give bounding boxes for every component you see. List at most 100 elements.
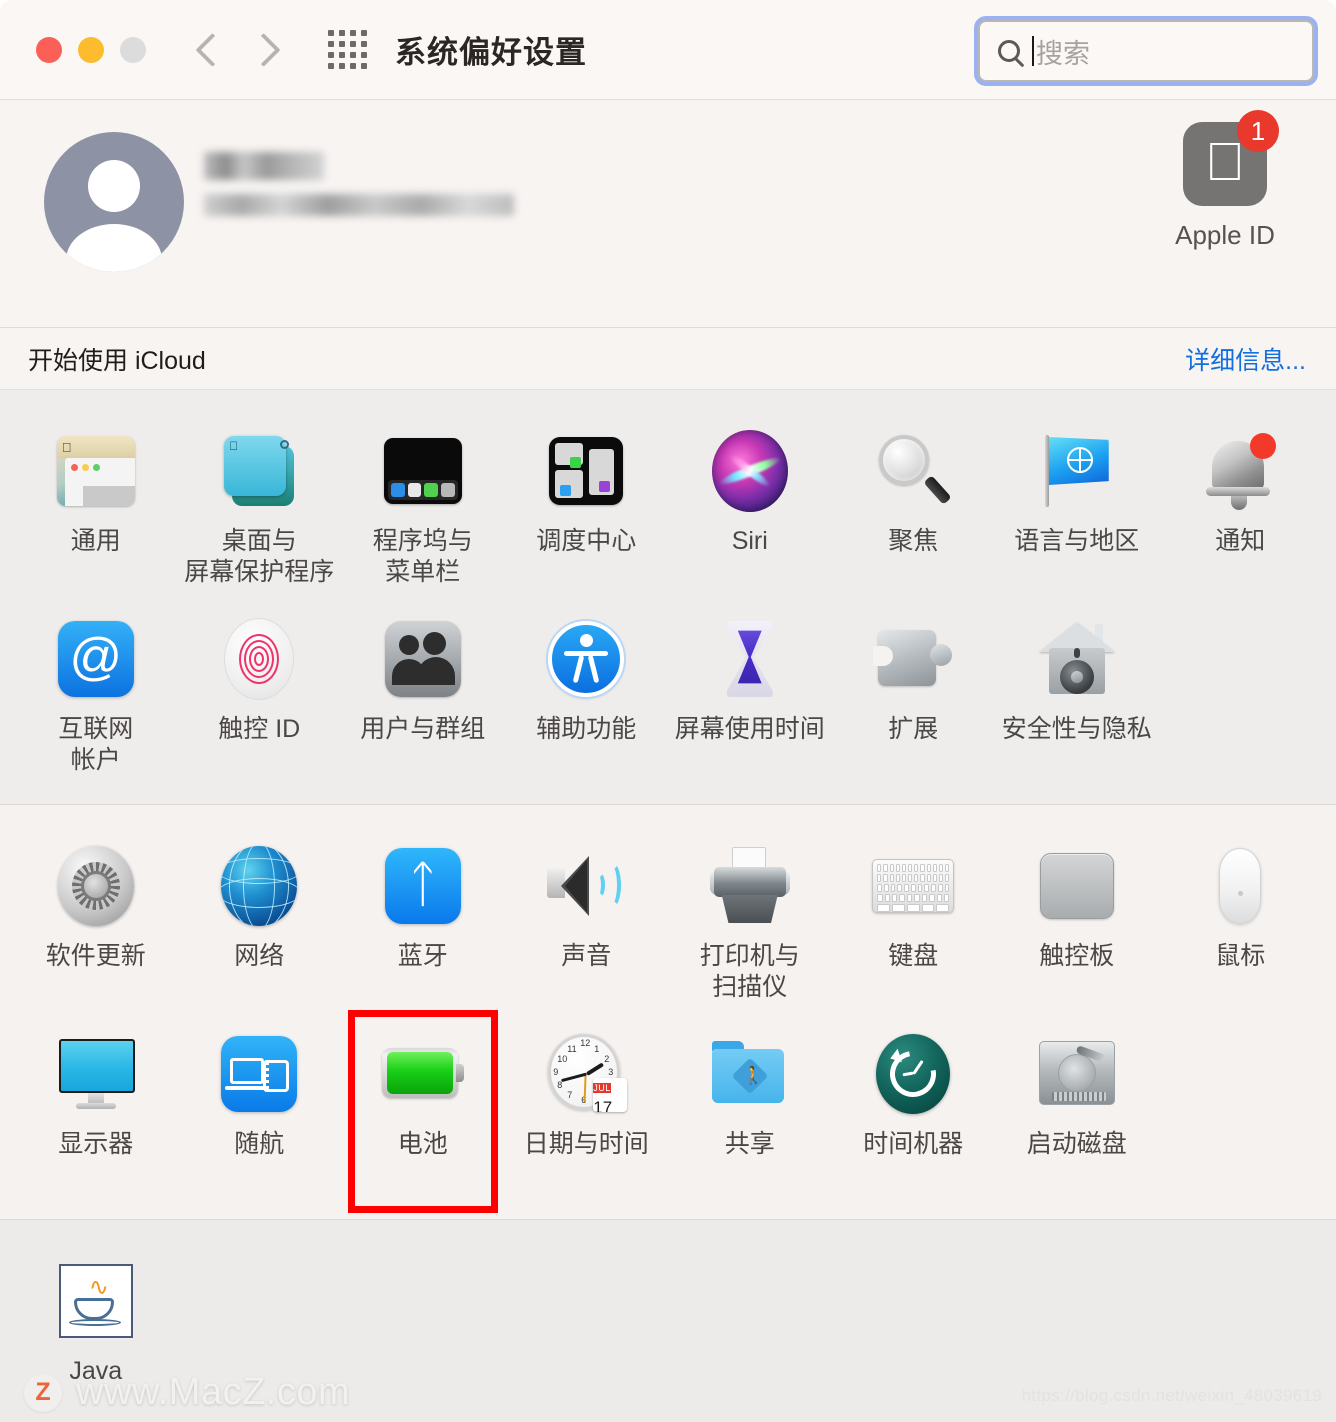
show-all-grid-icon[interactable] bbox=[328, 30, 367, 69]
pref-item-label: 电池 bbox=[397, 1130, 448, 1158]
avatar[interactable] bbox=[44, 132, 184, 272]
extensions-icon bbox=[872, 618, 954, 700]
grid-dot bbox=[339, 63, 345, 69]
language-region-icon bbox=[1036, 430, 1118, 512]
general-icon:  bbox=[55, 430, 137, 512]
pref-item-bluetooth[interactable]: ᛏ 蓝牙 bbox=[341, 831, 505, 1009]
keyboard-icon bbox=[872, 845, 955, 927]
pref-item-label: 蓝牙 bbox=[397, 942, 448, 970]
icloud-row: 开始使用 iCloud 详细信息... bbox=[0, 327, 1336, 389]
grid-dot bbox=[361, 30, 367, 36]
siri-icon bbox=[709, 430, 791, 512]
mouse-icon bbox=[1199, 845, 1281, 927]
sidecar-icon bbox=[218, 1033, 300, 1115]
calendar-month: JUL bbox=[593, 1083, 611, 1093]
startup-disk-icon bbox=[1036, 1033, 1118, 1115]
accessibility-icon bbox=[545, 618, 627, 700]
pref-item-language-region[interactable]: 语言与地区 bbox=[995, 416, 1159, 594]
pref-item-displays[interactable]: 显示器 bbox=[14, 1019, 178, 1197]
internet-accounts-icon: @ bbox=[55, 618, 137, 700]
pref-item-label: 鼠标 bbox=[1215, 942, 1266, 970]
pref-item-keyboard[interactable]: 键盘 bbox=[832, 831, 996, 1009]
pref-item-mouse[interactable]: 鼠标 bbox=[1159, 831, 1323, 1009]
pref-item-general[interactable]:  通用 bbox=[14, 416, 178, 594]
sound-icon bbox=[545, 845, 627, 927]
pref-item-software-update[interactable]: 软件更新 bbox=[14, 831, 178, 1009]
apple-id-label: Apple ID bbox=[1175, 220, 1275, 250]
search-icon bbox=[998, 40, 1020, 62]
close-button[interactable] bbox=[36, 36, 62, 63]
printers-scanners-icon bbox=[709, 845, 791, 927]
icloud-details-link[interactable]: 详细信息... bbox=[1185, 341, 1306, 377]
avatar-head bbox=[88, 160, 140, 212]
pref-item-label: 网络 bbox=[234, 942, 285, 970]
search-field[interactable]: 搜索 bbox=[978, 20, 1314, 82]
spotlight-icon bbox=[872, 430, 954, 512]
pref-item-dock-menubar[interactable]: 程序坞与 菜单栏 bbox=[341, 416, 505, 594]
bluetooth-icon: ᛏ bbox=[382, 845, 464, 927]
icloud-text: 开始使用 iCloud bbox=[28, 346, 206, 375]
touch-id-icon bbox=[218, 618, 300, 700]
pref-item-label: 时间机器 bbox=[863, 1130, 964, 1158]
preferences-grid-personal:  通用  桌面与 屏幕保护程序 程序坞与 菜单栏 调 bbox=[0, 416, 1336, 782]
pref-item-security-privacy[interactable]: 安全性与隐私 bbox=[995, 604, 1159, 782]
grid-dot bbox=[361, 52, 367, 58]
minimize-button[interactable] bbox=[78, 36, 104, 63]
notification-badge-dot bbox=[1250, 433, 1277, 459]
pref-item-label: 互联网 帐户 bbox=[58, 715, 134, 774]
pref-item-siri[interactable]: Siri bbox=[668, 416, 832, 594]
watermark-text: www.MacZ.com bbox=[76, 1371, 351, 1413]
pref-item-screen-time[interactable]: 屏幕使用时间 bbox=[668, 604, 832, 782]
apple-logo-icon:  bbox=[1205, 135, 1246, 189]
grid-dot bbox=[350, 41, 356, 47]
apple-id-item[interactable]:  1 Apple ID bbox=[1150, 110, 1300, 251]
macz-logo-icon: Z bbox=[24, 1373, 62, 1412]
window-title: 系统偏好设置 bbox=[395, 35, 587, 70]
grid-dot bbox=[350, 52, 356, 58]
security-privacy-icon bbox=[1036, 618, 1118, 700]
date-time-icon: 12 11 10 9 8 7 6 5 4 3 2 1 J bbox=[545, 1033, 628, 1115]
pref-item-sharing[interactable]: 🚶 共享 bbox=[668, 1019, 832, 1197]
pref-item-label: 屏幕使用时间 bbox=[674, 715, 825, 743]
grid-dot bbox=[328, 30, 334, 36]
pref-item-touch-id[interactable]: 触控 ID bbox=[178, 604, 342, 782]
pref-item-label: Siri bbox=[731, 527, 768, 555]
pref-item-mission-control[interactable]: 调度中心 bbox=[505, 416, 669, 594]
pref-item-notifications[interactable]: 通知 bbox=[1159, 416, 1323, 594]
avatar-body bbox=[66, 224, 162, 272]
pref-item-accessibility[interactable]: 辅助功能 bbox=[505, 604, 669, 782]
apple-id-icon[interactable]:  1 bbox=[1183, 110, 1279, 206]
account-identity[interactable] bbox=[44, 132, 514, 272]
back-icon[interactable] bbox=[196, 28, 224, 72]
pref-item-label: 打印机与 扫描仪 bbox=[699, 942, 800, 1001]
pref-item-sound[interactable]: 声音 bbox=[505, 831, 669, 1009]
pref-item-spotlight[interactable]: 聚焦 bbox=[832, 416, 996, 594]
pref-item-label: 软件更新 bbox=[45, 942, 146, 970]
pref-item-trackpad[interactable]: 触控板 bbox=[995, 831, 1159, 1009]
pref-item-desktop-screensaver[interactable]:  桌面与 屏幕保护程序 bbox=[178, 416, 342, 594]
pref-item-label: 键盘 bbox=[888, 942, 939, 970]
pref-item-date-time[interactable]: 12 11 10 9 8 7 6 5 4 3 2 1 J bbox=[505, 1019, 669, 1197]
titlebar: 系统偏好设置 搜索 bbox=[0, 0, 1336, 100]
pref-item-battery[interactable]: 电池 bbox=[341, 1010, 505, 1213]
pref-item-label: 声音 bbox=[561, 942, 612, 970]
calendar-day: 17 bbox=[593, 1098, 613, 1112]
pref-item-label: 语言与地区 bbox=[1014, 527, 1140, 555]
pref-item-extensions[interactable]: 扩展 bbox=[832, 604, 996, 782]
software-update-icon bbox=[55, 845, 137, 927]
pref-item-printers-scanners[interactable]: 打印机与 扫描仪 bbox=[668, 831, 832, 1009]
preferences-group-hardware: 软件更新 网络 ᛏ 蓝牙 声音 打印机与 扫描仪 键盘 触控板 鼠标 显示器 随… bbox=[0, 805, 1336, 1220]
pref-item-internet-accounts[interactable]: @ 互联网 帐户 bbox=[14, 604, 178, 782]
pref-item-network[interactable]: 网络 bbox=[178, 831, 342, 1009]
pref-grid-spacer bbox=[1159, 1019, 1323, 1197]
dock-menubar-icon bbox=[382, 430, 464, 512]
account-name-blur bbox=[204, 152, 324, 180]
forward-icon[interactable] bbox=[252, 28, 280, 72]
pref-item-users-groups[interactable]: 用户与群组 bbox=[341, 604, 505, 782]
pref-item-label: 调度中心 bbox=[536, 527, 637, 555]
account-header:  1 Apple ID 开始使用 iCloud 详细信息... bbox=[0, 100, 1336, 390]
pref-item-time-machine[interactable]: 时间机器 bbox=[832, 1019, 996, 1197]
pref-item-startup-disk[interactable]: 启动磁盘 bbox=[995, 1019, 1159, 1197]
maximize-button[interactable] bbox=[120, 36, 146, 63]
pref-item-sidecar[interactable]: 随航 bbox=[178, 1019, 342, 1197]
